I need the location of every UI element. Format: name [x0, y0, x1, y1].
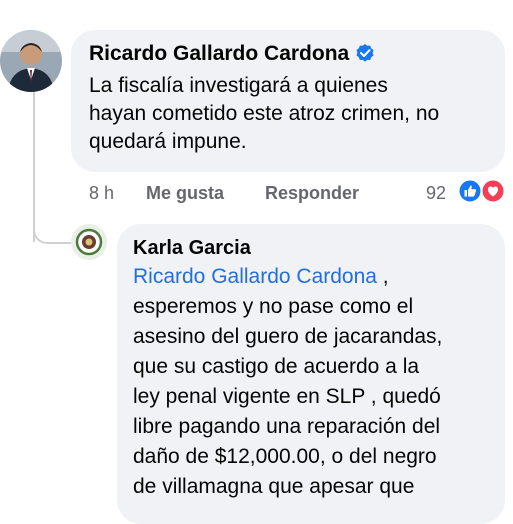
love-icon [480, 178, 506, 204]
comment-text: La fiscalía investigará a quienes hayan … [89, 74, 440, 153]
mention-link[interactable]: Ricardo Gallardo Cardona [133, 265, 377, 288]
comment-author[interactable]: Ricardo Gallardo Cardona [89, 41, 375, 67]
reaction-count[interactable]: 92 [426, 180, 446, 206]
reply-author-name[interactable]: Karla Garcia [133, 236, 251, 260]
reply-text: Ricardo Gallardo Cardona , esperemos y n… [133, 262, 493, 502]
like-icon [457, 178, 483, 204]
mention-suffix: , [376, 265, 389, 288]
comment-author-name[interactable]: Ricardo Gallardo Cardona [89, 42, 349, 65]
avatar-karla[interactable] [71, 224, 107, 260]
profile-photo-icon [0, 30, 62, 92]
reply-body: esperemos y no pase como el asesino del … [133, 295, 443, 498]
avatar-ricardo[interactable] [0, 30, 62, 92]
profile-photo-icon [71, 224, 107, 260]
comment-timestamp[interactable]: 8 h [89, 180, 114, 206]
verified-badge-icon [356, 44, 374, 62]
reactions-summary[interactable] [456, 178, 508, 204]
thread-connector [33, 92, 35, 242]
reply-button[interactable]: Responder [265, 180, 359, 206]
thread-connector-curve [33, 222, 73, 244]
like-button[interactable]: Me gusta [146, 180, 224, 206]
